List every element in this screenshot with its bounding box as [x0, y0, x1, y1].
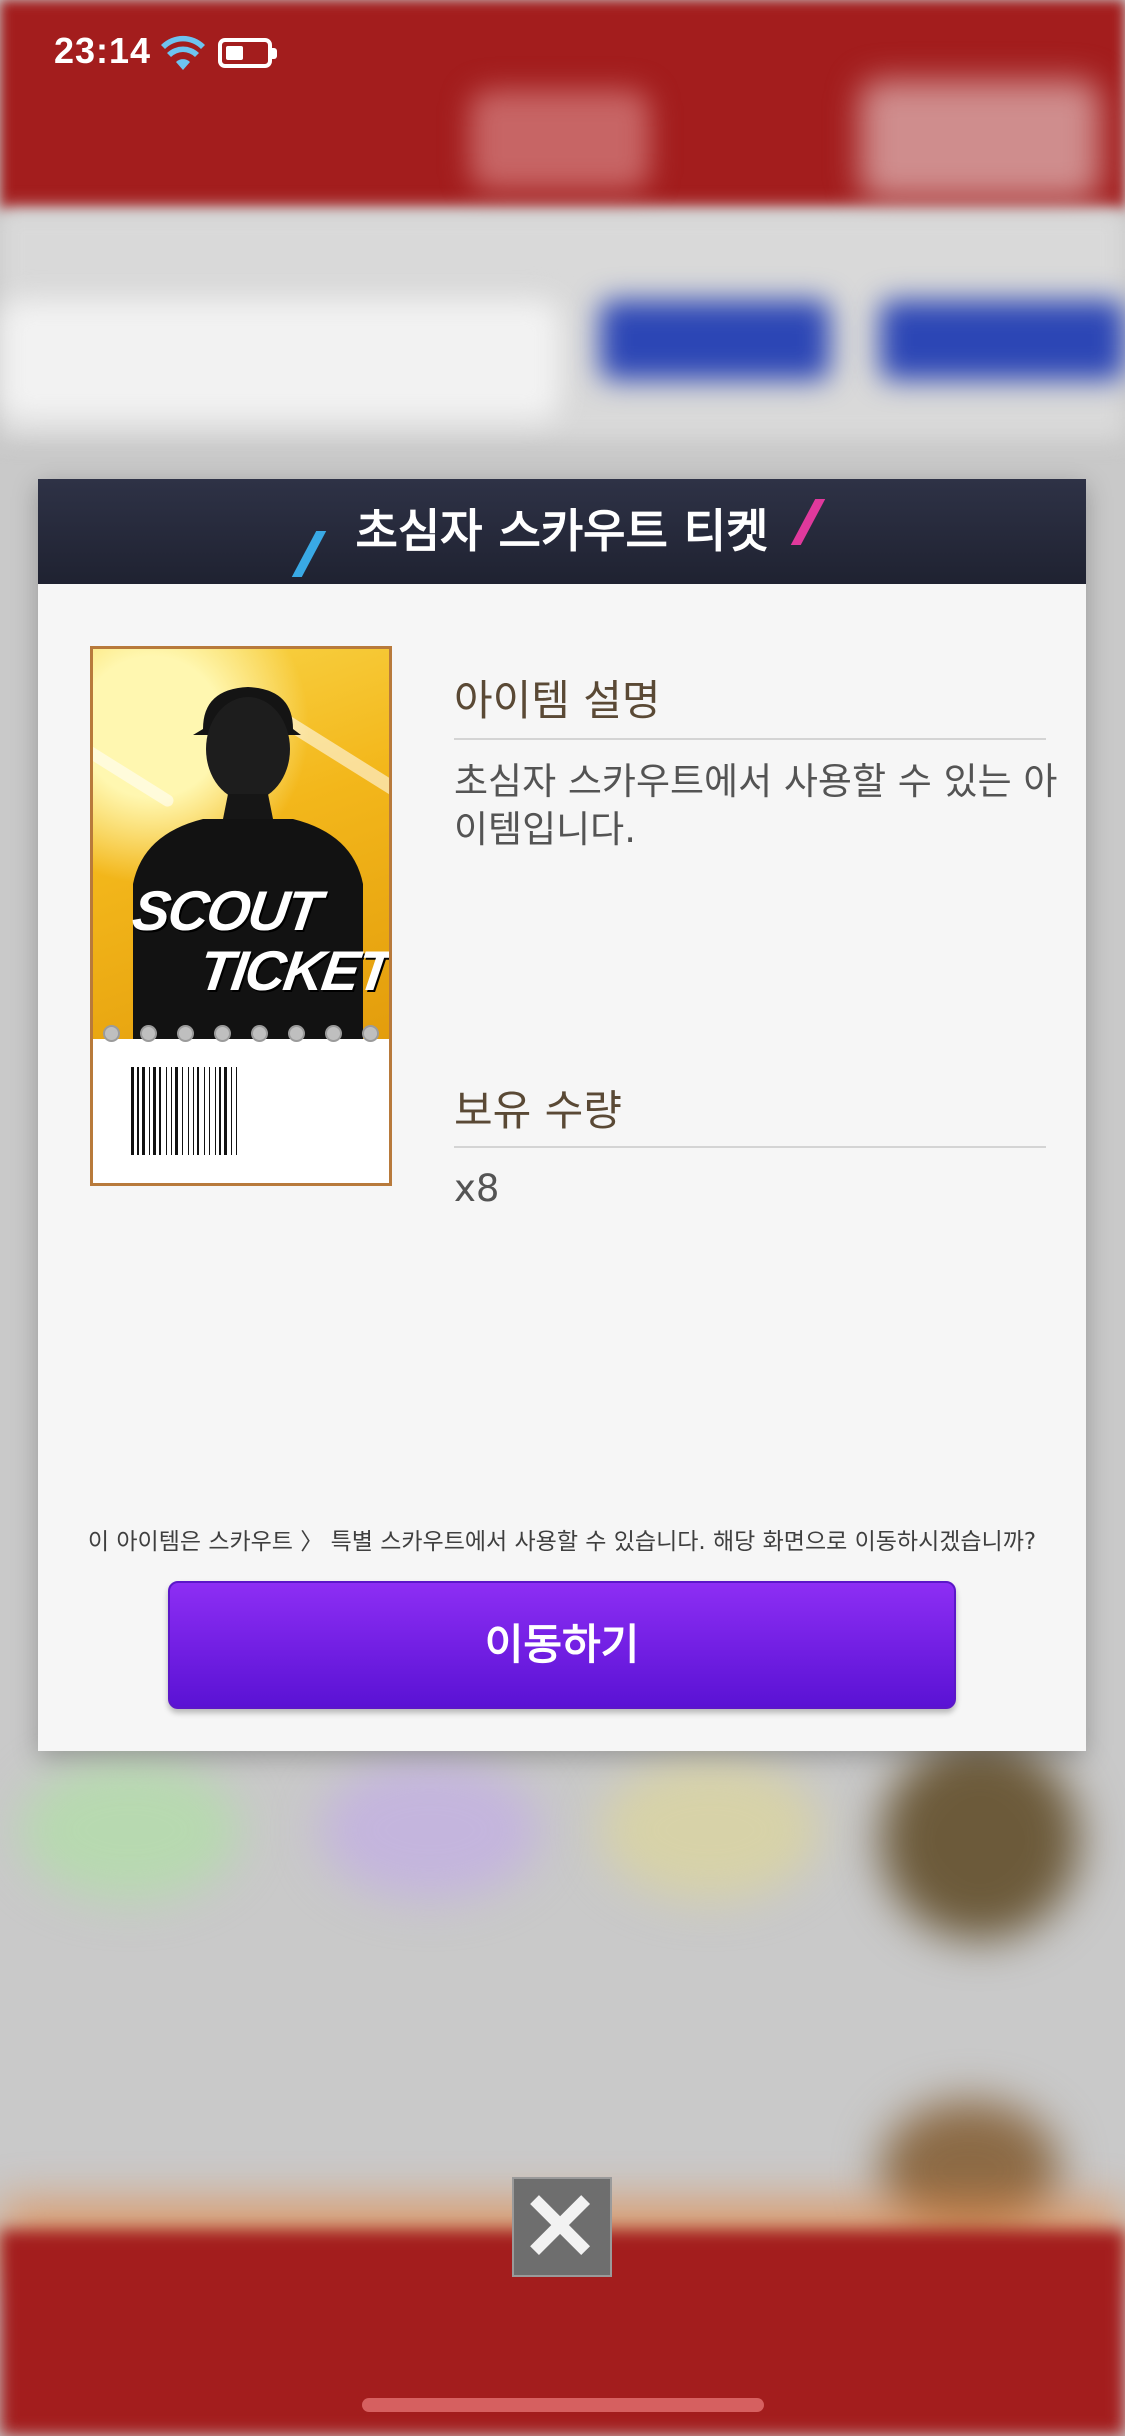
status-time: 23:14	[54, 30, 152, 71]
dialog-header: 초심자 스카우트 티켓	[38, 479, 1086, 584]
quantity-divider	[454, 1146, 1046, 1148]
item-info-dialog: 초심자 스카우트 티켓 SCOUT TICKET 아이템 설명 초심자 스카우트…	[38, 479, 1086, 1751]
status-bar: 23:14	[0, 0, 1125, 100]
description-text: 초심자 스카우트에서 사용할 수 있는 아이템입니다.	[454, 760, 1058, 851]
move-button[interactable]: 이동하기	[168, 1581, 956, 1709]
quantity-value: x8	[454, 1167, 500, 1210]
wifi-icon	[161, 35, 205, 70]
close-icon	[530, 2195, 591, 2256]
home-indicator[interactable]	[362, 2398, 764, 2412]
battery-icon	[218, 38, 277, 68]
quantity-label: 보유 수량	[454, 1086, 622, 1135]
description-label: 아이템 설명	[454, 676, 661, 725]
dialog-title: 초심자 스카우트 티켓	[355, 504, 769, 558]
battery-level	[226, 46, 243, 60]
barcode	[131, 1067, 237, 1155]
scout-ticket-image: SCOUT TICKET	[90, 646, 392, 1186]
ticket-perforation	[103, 1025, 379, 1045]
description-divider	[454, 738, 1046, 740]
move-notice-text: 이 아이템은 스카우트 〉 특별 스카우트에서 사용할 수 있습니다. 해당 화…	[87, 1529, 1037, 1555]
ticket-logo-text: SCOUT TICKET	[128, 879, 392, 1002]
close-button[interactable]	[512, 2177, 612, 2277]
ticket-artwork: SCOUT TICKET	[93, 649, 389, 1039]
